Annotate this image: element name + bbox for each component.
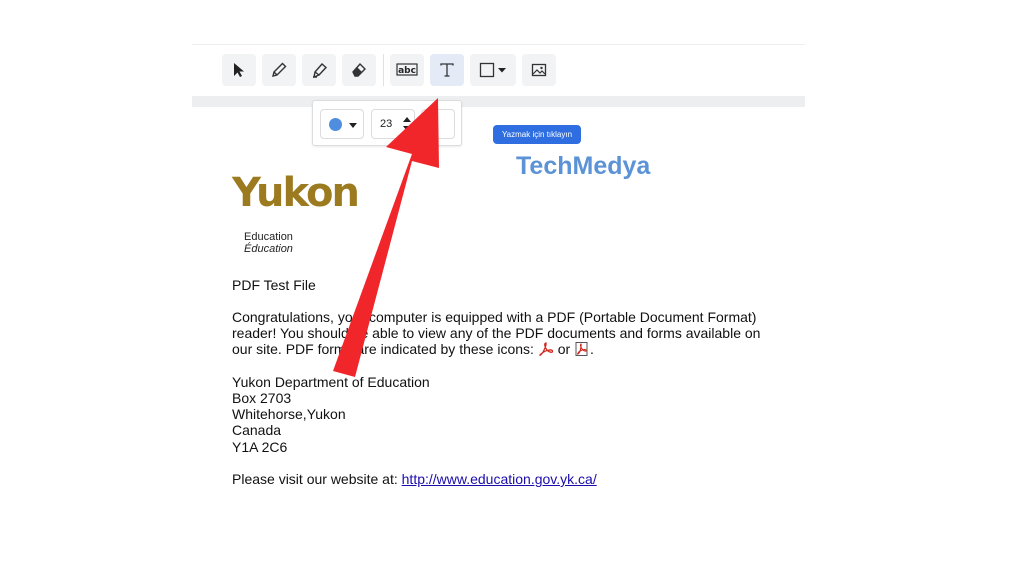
abc-text-box-icon: abc	[396, 63, 418, 76]
text-color-picker[interactable]	[320, 109, 364, 139]
doc-paragraph-line-1: Congratulations, your computer is equipp…	[232, 309, 757, 325]
page-top-strip	[192, 96, 805, 107]
logo-wordmark: Yukon	[232, 170, 360, 216]
toolbar-separator	[383, 54, 384, 86]
logo-subtitle-fr: Éducation	[244, 243, 293, 255]
website-link[interactable]: http://www.education.gov.yk.ca/	[402, 471, 597, 487]
address-line-5: Y1A 2C6	[232, 439, 288, 455]
editor-toolbar: abc	[222, 54, 562, 86]
chevron-down-icon	[349, 123, 357, 128]
svg-text:abc: abc	[398, 66, 416, 76]
highlighter-tool-button[interactable]	[302, 54, 336, 86]
address-line-4: Canada	[232, 422, 282, 438]
doc-icons-or: or	[557, 341, 571, 357]
eraser-icon	[352, 62, 366, 77]
font-size-stepper[interactable]: 23	[371, 109, 415, 139]
pencil-tool-button[interactable]	[262, 54, 296, 86]
watermark-text: TechMedya	[516, 152, 651, 180]
acrobat-icon	[539, 342, 553, 356]
eraser-tool-button[interactable]	[342, 54, 376, 86]
select-tool-button[interactable]	[222, 54, 256, 86]
tooltip: Yazmak için tıklayın	[493, 125, 581, 144]
cursor-arrow-icon	[234, 63, 244, 77]
doc-paragraph-line-2: reader! You should be able to view any o…	[232, 325, 761, 341]
shape-tool-button[interactable]	[470, 54, 516, 86]
font-size-value: 23	[380, 118, 393, 130]
text-t-icon	[440, 63, 454, 77]
text-tool-button[interactable]	[430, 54, 464, 86]
text-recognition-tool-button[interactable]: abc	[390, 54, 424, 86]
doc-paragraph-line-3: our site. PDF forms are indicated by the…	[232, 341, 594, 357]
logo-subtitle-en: Education	[244, 231, 293, 243]
document-title: PDF Test File	[232, 277, 316, 293]
stepper-down-icon[interactable]	[403, 126, 411, 131]
address-line-2: Box 2703	[232, 390, 292, 406]
doc-paragraph-line-3-text: our site. PDF forms are indicated by the…	[232, 341, 534, 357]
image-icon	[531, 63, 547, 77]
address-line-3: Whitehorse,Yukon	[232, 406, 346, 422]
text-options-toolbar: 23	[312, 100, 462, 146]
square-shape-icon	[479, 62, 506, 78]
top-divider	[192, 44, 805, 45]
color-swatch	[329, 118, 342, 131]
pdf-editor: abc 23 Yazmak için tıklayın TechMedya Yu…	[192, 44, 805, 514]
pencil-icon	[272, 62, 287, 77]
pdf-file-icon	[575, 342, 588, 356]
doc-icons-end: .	[590, 341, 594, 357]
website-prefix: Please visit our website at:	[232, 471, 398, 487]
address-line-1: Yukon Department of Education	[232, 374, 430, 390]
text-style-button[interactable]	[421, 109, 455, 139]
website-line: Please visit our website at: http://www.…	[232, 471, 597, 487]
highlighter-icon	[313, 63, 328, 79]
image-tool-button[interactable]	[522, 54, 556, 86]
yukon-logo: Yukon Education Éducation	[232, 170, 382, 262]
stepper-up-icon[interactable]	[403, 117, 411, 122]
